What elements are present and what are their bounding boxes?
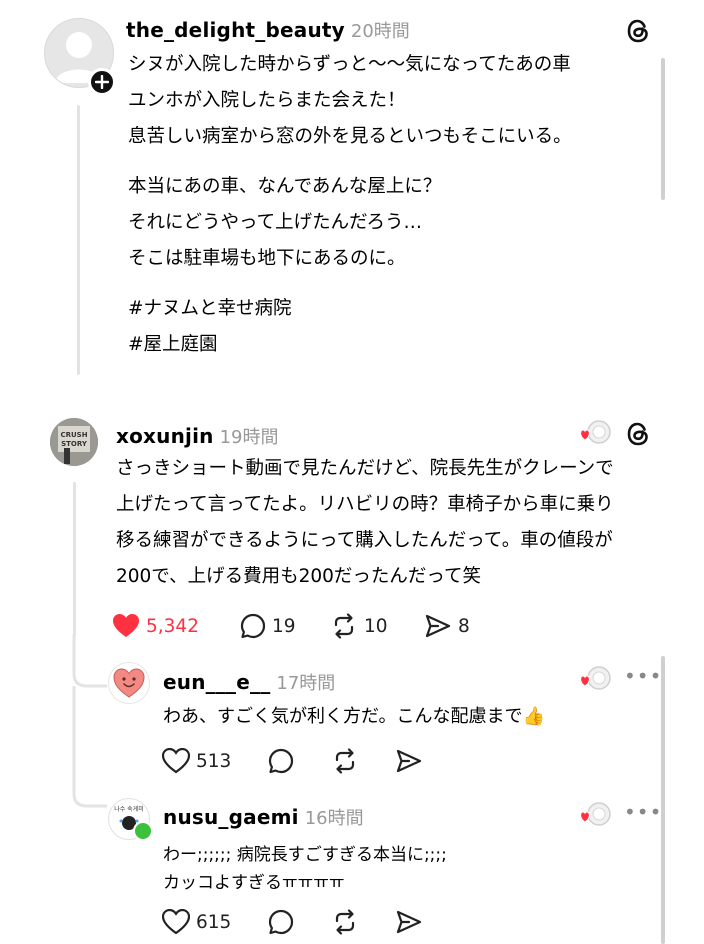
comment-time: 19時間 <box>219 427 279 448</box>
reply-time: 16時間 <box>304 808 364 829</box>
repost-button[interactable]: 10 <box>330 612 388 640</box>
reply-username[interactable]: nusu_gaemi <box>163 805 299 829</box>
reply-body: わー;;;;;; 病院長すごすぎる本当に;;;; カッコよすぎるㅠㅠㅠㅠ <box>163 841 447 897</box>
comment-thread-line <box>73 482 76 637</box>
svg-text:나수 숙게미: 나수 숙게미 <box>114 805 144 813</box>
follow-plus-button[interactable] <box>88 68 116 96</box>
reply-avatar[interactable] <box>108 662 150 704</box>
post-header: the_delight_beauty 20時間 <box>126 17 410 43</box>
post-thread-line <box>77 105 80 375</box>
heart-face-avatar-icon <box>113 668 145 698</box>
comment-username[interactable]: xoxunjin <box>116 424 214 448</box>
share-button[interactable] <box>395 908 423 936</box>
scrollbar-top[interactable] <box>661 58 665 200</box>
comment-text-line: 移る練習ができるようにって購入したんだって。車の値段が <box>116 530 613 551</box>
reply-button[interactable]: 19 <box>240 612 296 640</box>
like-count: 513 <box>196 750 232 772</box>
post-text-line: そこは駐車場も地下にあるのに。 <box>128 248 406 269</box>
online-status-dot <box>133 821 153 841</box>
post-paragraph: 本当にあの車、なんであんな屋上に？ それにどうやって上げたんだろう… そこは駐車… <box>128 174 572 282</box>
creator-liked-badge <box>578 420 612 446</box>
more-icon[interactable]: ••• <box>624 664 662 688</box>
hashtag-link[interactable]: #ナヌムと幸せ病院 <box>128 296 572 332</box>
like-count: 615 <box>196 911 232 933</box>
more-icon[interactable]: ••• <box>624 800 662 824</box>
like-button[interactable]: 513 <box>162 747 231 775</box>
comment-text-line: 200で、上げる費用も200だったんだって笑 <box>116 566 481 587</box>
threads-icon[interactable] <box>624 17 652 45</box>
share-button[interactable] <box>395 747 423 775</box>
repost-count: 10 <box>364 615 388 637</box>
post-text-line: ユンホが入院したらまた会えた！ <box>128 90 406 111</box>
reply-button[interactable] <box>268 908 294 936</box>
plus-icon <box>95 75 109 89</box>
post-time: 20時間 <box>350 21 410 42</box>
post-paragraph: #ナヌムと幸せ病院 #屋上庭園 <box>128 296 572 368</box>
comment-text-line: さっきショート動画で見たんだけど、院長先生がクレーンで <box>116 458 614 479</box>
post-paragraph: シヌが入院した時からずっと〜〜気になってたあの車 ユンホが入院したらまた会えた！… <box>128 52 572 160</box>
post-body: シヌが入院した時からずっと〜〜気になってたあの車 ユンホが入院したらまた会えた！… <box>128 52 572 368</box>
share-icon <box>396 749 422 773</box>
reply-text-line: わー;;;;;; 病院長すごすぎる本当に;;;; <box>163 845 447 865</box>
reply-header: eun___e__ 17時間 <box>163 669 335 695</box>
reply-text-line: わあ、すごく気が利く方だ。こんな配慮まで👍 <box>163 706 545 727</box>
repost-button[interactable] <box>331 747 359 775</box>
share-button[interactable]: 8 <box>424 612 470 640</box>
comment-avatar[interactable]: CRUSH STORY <box>50 418 98 466</box>
share-icon <box>396 910 422 934</box>
threads-icon[interactable] <box>624 420 652 448</box>
svg-text:STORY: STORY <box>61 440 88 448</box>
reply-count: 19 <box>272 615 296 637</box>
post-text-line: 息苦しい病室から窓の外を見るといつもそこにいる。 <box>128 126 572 147</box>
reply-time: 17時間 <box>276 673 336 694</box>
reply-header: nusu_gaemi 16時間 <box>163 804 364 830</box>
reply-connector-1 <box>72 634 107 688</box>
crush-story-avatar-icon: CRUSH STORY <box>50 418 98 466</box>
share-count: 8 <box>458 615 470 637</box>
post-text-line: 本当にあの車、なんであんな屋上に？ <box>128 176 442 197</box>
repost-icon <box>334 613 354 639</box>
repost-icon <box>335 909 355 935</box>
like-count: 5,342 <box>146 615 199 637</box>
creator-liked-badge <box>578 802 612 828</box>
comment-body: さっきショート動画で見たんだけど、院長先生がクレーンで 上げたって言ってたよ。リ… <box>116 456 614 600</box>
heart-icon <box>162 748 190 774</box>
post-username[interactable]: the_delight_beauty <box>126 18 345 42</box>
like-button[interactable]: 5,342 <box>112 612 199 640</box>
post-text-line: シヌが入院した時からずっと〜〜気になってたあの車 <box>128 54 571 75</box>
reply-body: わあ、すごく気が利く方だ。こんな配慮まで👍 <box>163 704 545 730</box>
heart-icon <box>162 909 190 935</box>
svg-text:CRUSH: CRUSH <box>60 431 87 439</box>
reply-icon <box>268 748 294 774</box>
reply-text-line: カッコよすぎるㅠㅠㅠㅠ <box>163 873 345 893</box>
reply-button[interactable] <box>268 747 294 775</box>
hashtag-link[interactable]: #屋上庭園 <box>128 332 572 368</box>
reply-username[interactable]: eun___e__ <box>163 670 270 694</box>
like-button[interactable]: 615 <box>162 908 231 936</box>
reply-icon <box>268 909 294 935</box>
reply-icon <box>240 613 266 639</box>
repost-button[interactable] <box>331 908 359 936</box>
reply-connector-2 <box>72 686 107 808</box>
share-icon <box>425 614 451 638</box>
comment-header: xoxunjin 19時間 <box>116 423 278 449</box>
creator-liked-badge <box>578 666 612 692</box>
post-text-line: それにどうやって上げたんだろう… <box>128 212 422 233</box>
repost-icon <box>335 748 355 774</box>
heart-icon <box>113 614 139 637</box>
comment-text-line: 上げたって言ってたよ。リハビリの時？車椅子から車に乗り <box>116 494 614 515</box>
